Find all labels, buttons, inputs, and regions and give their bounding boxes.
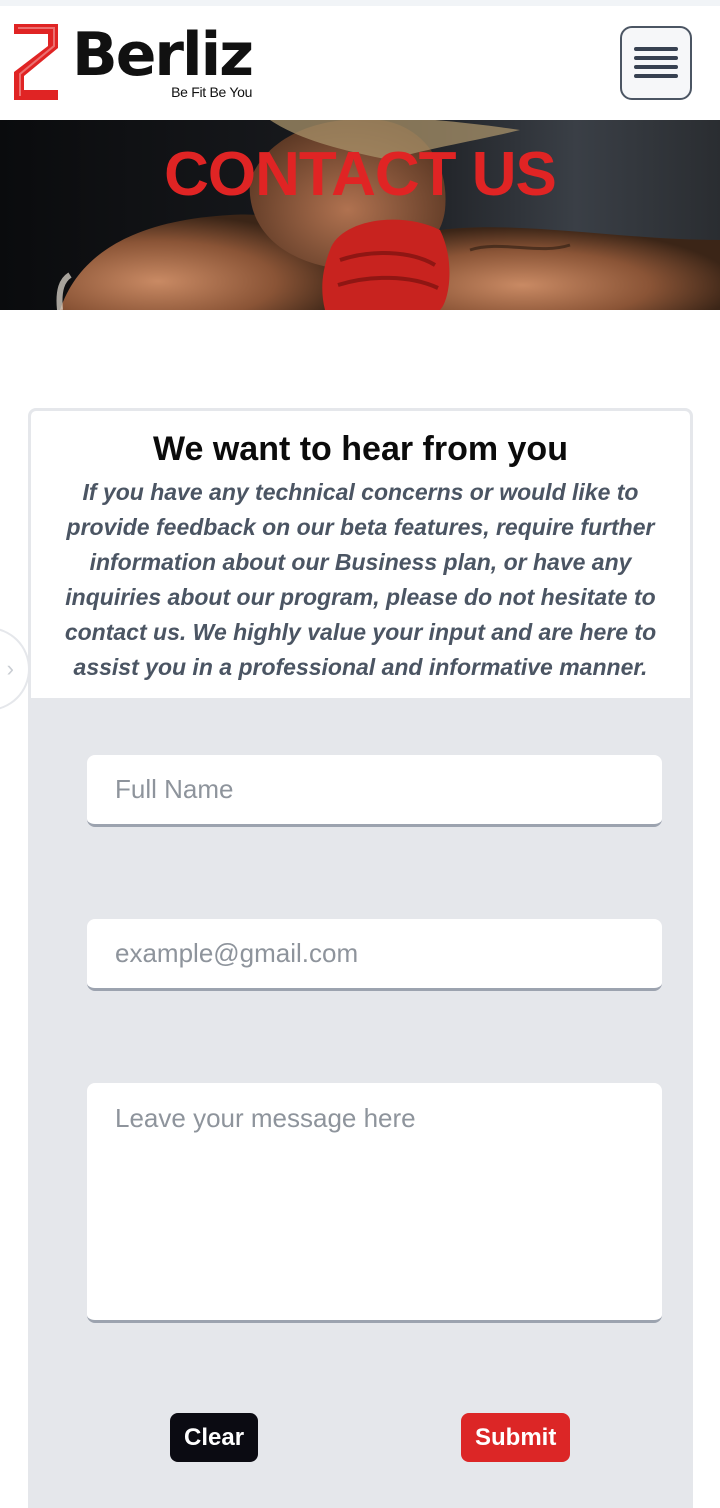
email-input[interactable] (87, 919, 662, 991)
contact-card-description: If you have any technical concerns or wo… (64, 479, 657, 680)
page-title: CONTACT US (164, 140, 557, 209)
message-textarea[interactable] (87, 1083, 662, 1323)
contact-form: Clear Submit (31, 698, 690, 1508)
brand-name: Berliz (72, 20, 254, 90)
clear-button[interactable]: Clear (170, 1413, 259, 1462)
full-name-input[interactable] (87, 755, 662, 827)
submit-button[interactable]: Submit (461, 1413, 571, 1462)
side-drawer-toggle[interactable]: › (0, 627, 30, 711)
site-header: Berliz Be Fit Be You (0, 6, 720, 120)
chevron-right-icon: › (6, 656, 14, 681)
brand-wordmark: Berliz Be Fit Be You (72, 20, 254, 100)
brand-tagline: Be Fit Be You (171, 84, 253, 100)
contact-card-title: We want to hear from you (153, 430, 568, 468)
berliz-logo-mark-icon (14, 24, 58, 100)
contact-card-header: We want to hear from you If you have any… (31, 411, 690, 698)
hero-banner: CONTACT US (0, 120, 720, 310)
contact-card: We want to hear from you If you have any… (28, 408, 693, 1508)
hamburger-menu-icon (634, 47, 678, 78)
hamburger-menu-button[interactable] (620, 26, 692, 100)
brand-logo[interactable]: Berliz Be Fit Be You (14, 20, 254, 100)
